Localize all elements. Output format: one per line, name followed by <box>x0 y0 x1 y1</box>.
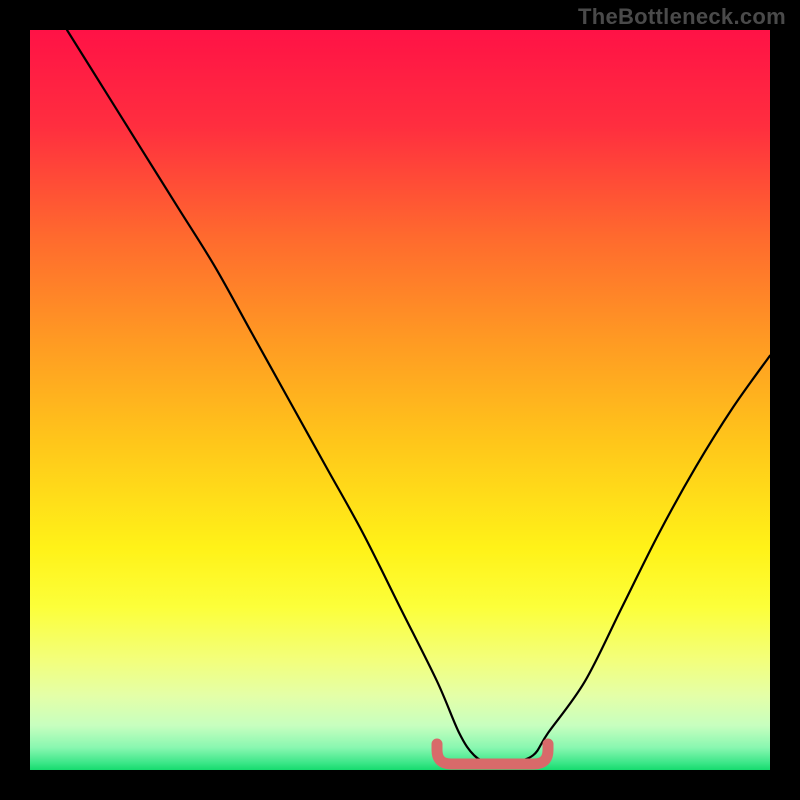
gradient-backdrop <box>30 30 770 770</box>
chart-stage: TheBottleneck.com <box>0 0 800 800</box>
bottleneck-chart <box>30 30 770 770</box>
watermark-text: TheBottleneck.com <box>578 4 786 30</box>
